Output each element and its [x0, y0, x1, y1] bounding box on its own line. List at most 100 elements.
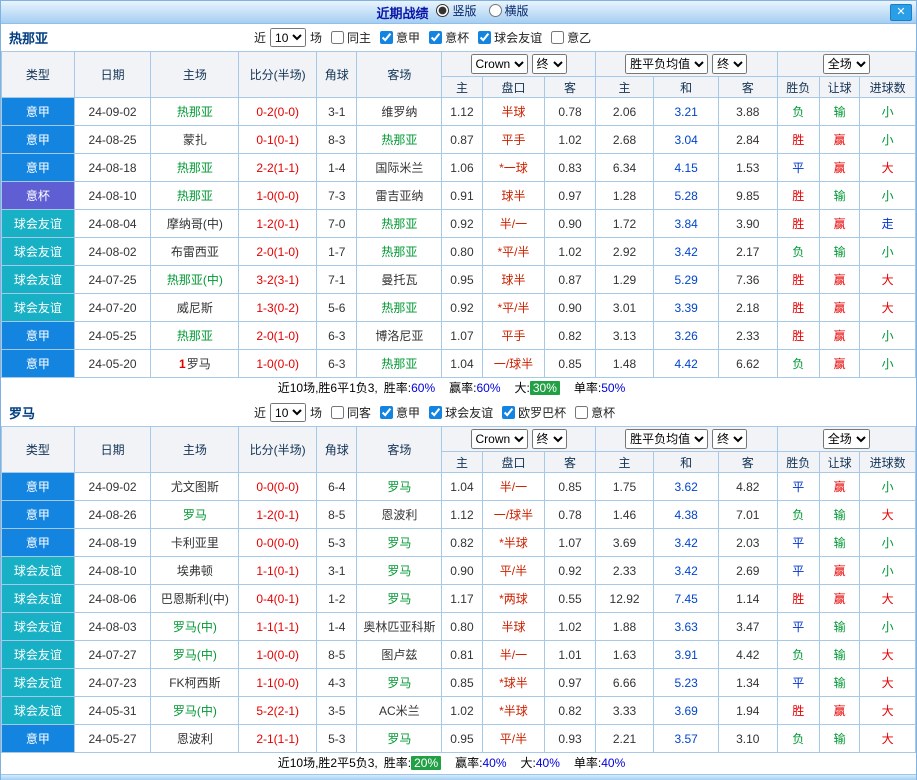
odds-group-header: Crown 终	[441, 426, 596, 452]
filter-option: 意杯	[575, 404, 615, 421]
layout-option: 竖版	[436, 2, 477, 19]
handicap-line: *平/半	[481, 237, 546, 266]
away-team-name: 热那亚	[381, 301, 418, 315]
avg-group-header: 胜平负均值终	[594, 51, 778, 77]
home-team-name: 热那亚	[176, 105, 213, 119]
odds-company-select[interactable]: Crown	[470, 54, 528, 74]
league-badge: 意甲	[1, 349, 75, 378]
odds-company-select[interactable]: Crown	[470, 429, 528, 449]
filter-checkbox[interactable]	[380, 30, 394, 44]
filter-checkbox[interactable]	[551, 30, 565, 44]
home-team-name: 摩纳哥(中)	[166, 217, 223, 231]
full-score: 2-0	[256, 244, 274, 259]
league-badge: 球会友谊	[1, 612, 75, 641]
filter-checkbox[interactable]	[575, 405, 589, 419]
handicap-result-cell: 输	[818, 237, 861, 266]
handicap-line: 平/半	[481, 556, 546, 585]
corners-cell: 1-7	[316, 237, 358, 266]
match-date: 24-08-06	[73, 584, 152, 613]
odds-time-select[interactable]: 终	[531, 54, 567, 74]
filter-label: 意乙	[567, 30, 592, 45]
filter-option: 同主	[331, 29, 371, 46]
avg-time-select[interactable]: 终	[712, 429, 748, 449]
avg-away-odds: 1.94	[717, 696, 778, 725]
score-cell: 1-2(0-1)	[238, 209, 318, 238]
match-date: 24-05-20	[73, 349, 152, 378]
away-team-name: 罗马	[387, 732, 412, 746]
league-badge: 球会友谊	[1, 265, 75, 294]
col-header-home: 主场	[150, 51, 240, 98]
filter-checkbox[interactable]	[331, 405, 345, 419]
avg-odds-select[interactable]: 胜平负均值	[625, 429, 709, 449]
handicap-line: 平手	[481, 321, 546, 350]
half-score: (0-1)	[273, 132, 300, 147]
away-team: 热那亚	[356, 125, 443, 154]
goals-result-cell: 大	[859, 584, 916, 613]
team-name: 罗马	[9, 406, 36, 421]
sub-header-away-odds: 客	[544, 76, 596, 98]
full-score: 2-2	[256, 160, 274, 175]
match-date: 24-08-02	[73, 237, 152, 266]
recent-count-select[interactable]: 10	[270, 403, 307, 422]
league-badge: 意甲	[1, 321, 75, 350]
league-badge: 意甲	[1, 500, 75, 529]
scope-select[interactable]: 全场	[822, 54, 870, 74]
section-header-2: 罗马 近 10 场 同客 意甲 球会友谊 欧罗巴杯 意杯	[1, 399, 916, 426]
handicap-result-cell: 输	[818, 668, 861, 697]
avg-draw-odds: 4.42	[653, 349, 719, 378]
scope-group-header: 全场	[776, 426, 917, 452]
corners-cell: 7-1	[316, 265, 358, 294]
full-score: 2-0	[256, 328, 274, 343]
avg-draw-odds: 3.63	[653, 612, 719, 641]
away-team: 图卢兹	[356, 640, 443, 669]
filter-checkbox[interactable]	[478, 30, 492, 44]
filter-checkbox[interactable]	[331, 30, 345, 44]
corners-cell: 7-0	[316, 209, 358, 238]
recent-count-select[interactable]: 10	[270, 28, 307, 47]
avg-draw-odds: 5.28	[653, 181, 719, 210]
filter-label: 同客	[347, 405, 372, 420]
corners-cell: 8-3	[316, 125, 358, 154]
close-button[interactable]: ✕	[890, 4, 912, 21]
match-row: 球会友谊 24-07-23 FK柯西斯 1-1(0-0) 4-3 罗马 0.85 *球半 0.9…	[1, 668, 916, 697]
avg-time-select[interactable]: 终	[712, 54, 748, 74]
filter-checkbox[interactable]	[502, 405, 516, 419]
goals-result-cell: 小	[859, 181, 916, 210]
avg-odds-select[interactable]: 胜平负均值	[625, 54, 709, 74]
layout-radio[interactable]	[488, 4, 502, 17]
half-score: (0-0)	[273, 535, 300, 550]
handicap-line: 一/球半	[481, 500, 546, 529]
summary-value: 20%	[411, 756, 442, 770]
filter-checkbox[interactable]	[429, 405, 443, 419]
match-row: 意甲 24-08-25 蒙扎 0-1(0-1) 8-3 热那亚 0.87 平手 1.02 2.68…	[1, 125, 916, 154]
home-team: 巴恩斯利(中)	[150, 584, 240, 613]
match-row: 意甲 24-05-27 恩波利 2-1(1-1) 5-3 罗马 0.95 平/半 0.93 2.2…	[1, 724, 916, 753]
avg-home-odds: 3.33	[594, 696, 655, 725]
scope-select[interactable]: 全场	[822, 429, 870, 449]
goals-result-cell: 小	[859, 556, 916, 585]
col-header-type: 类型	[1, 426, 75, 473]
summary-label: 单率:	[573, 381, 602, 395]
home-odds: 1.12	[441, 97, 483, 126]
match-row: 球会友谊 24-05-31 罗马(中) 5-2(2-1) 3-5 AC米兰 1.02 *半球 0…	[1, 696, 916, 725]
result-cell: 胜	[776, 181, 820, 210]
match-date: 24-08-19	[73, 528, 152, 557]
score-cell: 0-0(0-0)	[238, 528, 318, 557]
avg-home-odds: 1.75	[594, 472, 655, 501]
matches-table: 类型 日期 主场 比分(半场) 角球 客场 Crown终 胜平负均值终 全场	[1, 426, 917, 753]
filter-checkbox[interactable]	[380, 405, 394, 419]
corners-cell: 1-4	[316, 153, 358, 182]
layout-radio[interactable]	[436, 4, 450, 17]
filter-checkbox[interactable]	[429, 30, 443, 44]
handicap-line: *球半	[481, 668, 546, 697]
score-cell: 5-2(2-1)	[238, 696, 318, 725]
result-cell: 平	[776, 668, 820, 697]
avg-draw-odds: 3.42	[653, 556, 719, 585]
filter-option: 意甲	[380, 404, 420, 421]
odds-time-select[interactable]: 终	[531, 429, 567, 449]
goals-result-cell: 小	[859, 612, 916, 641]
home-odds: 0.95	[441, 724, 483, 753]
match-date: 24-08-18	[73, 153, 152, 182]
filter-option: 意乙	[551, 29, 591, 46]
full-score: 1-0	[256, 188, 274, 203]
